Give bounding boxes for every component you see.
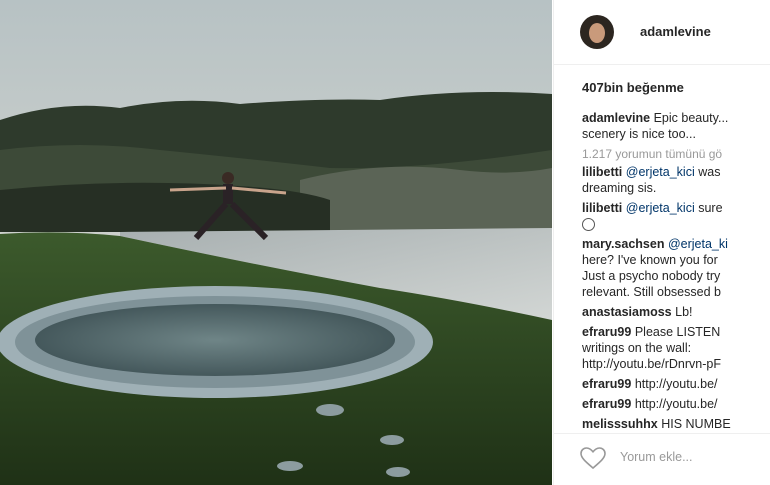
comment-username[interactable]: efraru99: [582, 377, 631, 391]
likes-count[interactable]: 407bin beğenme: [582, 80, 684, 95]
post-footer: Yorum ekle...: [554, 433, 770, 485]
post-side-panel: adamlevine 407bin beğenme adamlevine Epi…: [553, 0, 770, 485]
comment-username[interactable]: melisssuhhx: [582, 417, 658, 431]
comment-text-line2: writings on the wall:: [582, 341, 692, 355]
comment-item: efraru99 http://youtu.be/: [582, 396, 770, 412]
comment-item: lilibetti @erjeta_kici was dreaming sis.: [582, 164, 770, 196]
comment-item: lilibetti @erjeta_kici sure: [582, 200, 770, 232]
comment-username[interactable]: lilibetti: [582, 201, 622, 215]
comment-text-line2: dreaming sis.: [582, 181, 657, 195]
view-all-comments-link[interactable]: 1.217 yorumun tümünü gö: [582, 147, 722, 161]
comment-mention[interactable]: @erjeta_kici: [626, 165, 695, 179]
comment-username[interactable]: efraru99: [582, 397, 631, 411]
comment-link[interactable]: http://youtu.be/: [635, 377, 718, 391]
comments-list: lilibetti @erjeta_kici was dreaming sis.…: [582, 164, 770, 436]
add-comment-input[interactable]: Yorum ekle...: [620, 450, 693, 464]
post-header: adamlevine: [554, 0, 770, 65]
comment-text-line2: here? I've known you for: [582, 253, 718, 267]
comment-username[interactable]: anastasiamoss: [582, 305, 672, 319]
comment-username[interactable]: lilibetti: [582, 165, 622, 179]
comment-link[interactable]: http://youtu.be/rDnrvn-pF: [582, 356, 770, 372]
yoga-landscape-image: [0, 0, 552, 485]
comment-item: anastasiamoss Lb!: [582, 304, 770, 320]
comment-text-line4: relevant. Still obsessed b: [582, 285, 721, 299]
comment-link[interactable]: http://youtu.be/: [635, 397, 718, 411]
post-username[interactable]: adamlevine: [640, 24, 711, 39]
comment-mention[interactable]: @erjeta_kici: [626, 201, 695, 215]
post-caption: adamlevine Epic beauty... scenery is nic…: [582, 110, 770, 142]
caption-username[interactable]: adamlevine: [582, 111, 650, 125]
comment-item: efraru99 http://youtu.be/: [582, 376, 770, 392]
smiley-face-icon: [582, 218, 595, 232]
profile-avatar[interactable]: [580, 15, 614, 49]
comment-item: mary.sachsen @erjeta_ki here? I've known…: [582, 236, 770, 300]
comment-text: Lb!: [675, 305, 693, 319]
caption-text: Epic beauty...: [653, 111, 729, 125]
instagram-post-window: adamlevine 407bin beğenme adamlevine Epi…: [0, 0, 770, 485]
post-photo[interactable]: [0, 0, 552, 485]
comment-username[interactable]: mary.sachsen: [582, 237, 664, 251]
comment-item: melisssuhhx HIS NUMBE: [582, 416, 770, 432]
comment-mention[interactable]: @erjeta_ki: [668, 237, 728, 251]
comment-text-line3: Just a psycho nobody try: [582, 269, 721, 283]
comment-item: efraru99 Please LISTEN writings on the w…: [582, 324, 770, 372]
comment-text: sure: [698, 201, 723, 215]
caption-text-line2: scenery is nice too...: [582, 127, 696, 141]
heart-icon[interactable]: [580, 447, 606, 469]
comment-text: HIS NUMBE: [661, 417, 731, 431]
comment-text: was: [698, 165, 721, 179]
comment-text: Please LISTEN: [634, 325, 721, 339]
comment-username[interactable]: efraru99: [582, 325, 631, 339]
